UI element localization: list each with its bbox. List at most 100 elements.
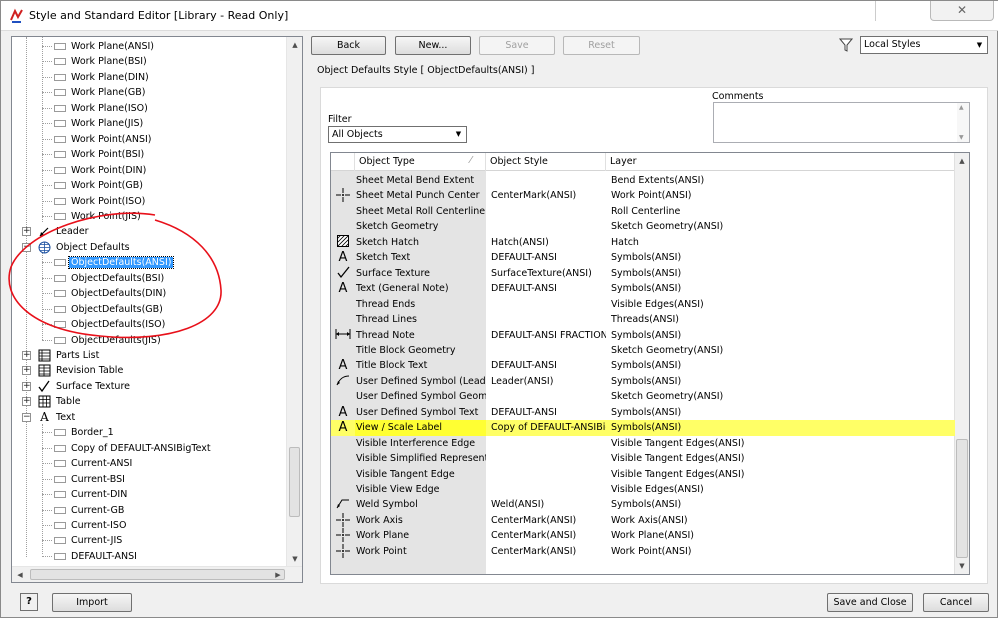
cell-layer[interactable]: Symbols(ANSI) — [606, 281, 946, 297]
grid-row[interactable]: A Title Block Text DEFAULT-ANSI Symbols(ANS… — [331, 358, 955, 374]
grid-row[interactable]: Sketch Hatch Hatch(ANSI) Hatch — [331, 234, 955, 251]
grid-row[interactable]: User Defined Symbol Geometry Sketch Geome… — [331, 389, 955, 405]
cell-layer[interactable]: Symbols(ANSI) — [606, 250, 946, 266]
cell-object-style[interactable]: DEFAULT-ANSI FRACTION — [486, 328, 606, 344]
scroll-down-icon[interactable]: ▼ — [959, 134, 964, 141]
tree-item[interactable]: Work Point(DIN) — [42, 163, 148, 178]
comments-field[interactable]: ▲ ▼ — [713, 102, 970, 143]
tree-category[interactable]: + Parts List — [22, 348, 101, 363]
tree-item[interactable]: Work Plane(GB) — [42, 85, 147, 100]
tree-item[interactable]: Work Point(GB) — [42, 178, 145, 193]
cell-object-style[interactable]: DEFAULT-ANSI — [486, 281, 606, 297]
cell-object-style[interactable]: SurfaceTexture(ANSI) — [486, 266, 606, 282]
close-button[interactable]: ✕ — [930, 1, 994, 21]
tree-item[interactable]: Work Plane(BSI) — [42, 54, 149, 69]
tree-item[interactable]: Work Point(ANSI) — [42, 132, 154, 147]
cell-object-style[interactable]: DEFAULT-ANSI — [486, 250, 606, 266]
cell-layer[interactable]: Visible Edges(ANSI) — [606, 482, 946, 498]
cell-layer[interactable]: Visible Tangent Edges(ANSI) — [606, 467, 946, 483]
tree-category[interactable]: + Surface Texture — [22, 379, 132, 394]
cell-object-style[interactable]: CenterMark(ANSI) — [486, 544, 606, 560]
h-scroll-thumb[interactable] — [30, 569, 285, 580]
cell-layer[interactable]: Work Axis(ANSI) — [606, 513, 946, 529]
cancel-button[interactable]: Cancel — [923, 593, 989, 612]
tree-category[interactable]: + Revision Table — [22, 363, 125, 378]
expand-icon[interactable]: + — [22, 227, 31, 237]
style-filter-select[interactable]: Local Styles ▼ — [860, 36, 988, 54]
back-button[interactable]: Back — [311, 36, 386, 55]
new-button[interactable]: New... — [395, 36, 471, 55]
cell-layer[interactable]: Visible Tangent Edges(ANSI) — [606, 436, 946, 452]
header-object-type[interactable]: Object Type — [355, 153, 486, 171]
grid-row[interactable]: Thread Lines Threads(ANSI) — [331, 312, 955, 328]
tree-item[interactable]: Current-GB — [42, 503, 126, 518]
grid-row[interactable]: Visible Simplified Representation Visible… — [331, 451, 955, 467]
cell-object-style[interactable]: Hatch(ANSI) — [486, 235, 606, 251]
scroll-up-icon[interactable]: ▲ — [287, 37, 302, 53]
save-and-close-button[interactable]: Save and Close — [827, 593, 913, 612]
cell-layer[interactable]: Visible Edges(ANSI) — [606, 297, 946, 313]
tree-item[interactable]: Border_1 — [42, 425, 116, 440]
tree-category[interactable]: + Table — [22, 394, 83, 409]
grid-vertical-scrollbar[interactable]: ▲ ▼ — [954, 153, 969, 574]
grid-row[interactable]: Surface Texture SurfaceTexture(ANSI) Symbo… — [331, 266, 955, 282]
grid-row[interactable]: Sheet Metal Bend Extent Bend Extents(ANSI… — [331, 173, 955, 189]
scroll-right-icon[interactable]: ▶ — [270, 567, 286, 582]
grid-row[interactable]: Sketch Geometry Sketch Geometry(ANSI) — [331, 219, 955, 235]
tree-item[interactable]: ObjectDefaults(GB) — [42, 302, 165, 317]
cell-layer[interactable]: Hatch — [606, 235, 946, 251]
cell-object-style[interactable]: CenterMark(ANSI) — [486, 528, 606, 544]
tree-item[interactable]: Work Plane(ANSI) — [42, 39, 156, 54]
expand-icon[interactable]: + — [22, 351, 31, 360]
tree-item[interactable]: ObjectDefaults(JIS) — [42, 333, 163, 348]
grid-row[interactable]: A Text (General Note) DEFAULT-ANSI Symbols(… — [331, 281, 955, 297]
collapse-icon[interactable]: − — [22, 242, 31, 252]
tree-item[interactable]: Work Point(JIS) — [42, 209, 143, 224]
grid-row[interactable]: Visible Interference Edge Visible Tangent… — [331, 436, 955, 452]
cell-layer[interactable]: Work Point(ANSI) — [606, 188, 946, 204]
grid-row[interactable]: Sheet Metal Roll Centerline Roll Centerli… — [331, 204, 955, 220]
tree-item[interactable]: Current-ISO — [42, 518, 128, 533]
grid-row[interactable]: User Defined Symbol (Leader On)Leader(AN… — [331, 374, 955, 390]
tree-item[interactable]: Work Plane(DIN) — [42, 70, 151, 85]
cell-layer[interactable]: Sketch Geometry(ANSI) — [606, 219, 946, 235]
cell-layer[interactable]: Sketch Geometry(ANSI) — [606, 389, 946, 405]
grid-row[interactable]: Title Block Geometry Sketch Geometry(ANSI… — [331, 343, 955, 359]
tree-item[interactable]: ObjectDefaults(ANSI) — [42, 255, 175, 270]
tree-item[interactable]: ObjectDefaults(BSI) — [42, 271, 166, 286]
tree-item[interactable]: DEFAULT-ANSI — [42, 549, 139, 564]
cell-object-style[interactable]: DEFAULT-ANSI — [486, 358, 606, 374]
cell-object-style[interactable]: CenterMark(ANSI) — [486, 188, 606, 204]
cell-object-style[interactable]: Weld(ANSI) — [486, 497, 606, 513]
style-tree[interactable]: ▲ ▼ ◀ ▶ Work Plane(ANSI) Work Plane(BSI) W… — [11, 36, 303, 583]
tree-horizontal-scrollbar[interactable]: ◀ ▶ — [12, 566, 302, 582]
cell-layer[interactable]: Work Point(ANSI) — [606, 544, 946, 560]
tree-category[interactable]: − Object Defaults — [22, 240, 132, 255]
object-filter-select[interactable]: All Objects ▼ — [328, 126, 467, 143]
grid-row[interactable]: A Sketch Text DEFAULT-ANSI Symbols(ANSI) — [331, 250, 955, 266]
tree-category[interactable]: − A Text — [22, 410, 77, 425]
cell-layer[interactable]: Visible Tangent Edges(ANSI) — [606, 451, 946, 467]
cell-object-style[interactable]: Copy of DEFAULT-ANSIBigText — [486, 420, 606, 436]
cell-object-style[interactable]: Leader(ANSI) — [486, 374, 606, 390]
cell-layer[interactable]: Work Plane(ANSI) — [606, 528, 946, 544]
grid-row[interactable]: Work Plane CenterMark(ANSI) Work Plane(ANS… — [331, 528, 955, 544]
tree-category[interactable]: + Leader — [22, 224, 91, 239]
cell-layer[interactable]: Symbols(ANSI) — [606, 374, 946, 390]
tree-item[interactable]: Work Plane(JIS) — [42, 116, 145, 131]
grid-row[interactable]: A View / Scale Label Copy of DEFAULT-ANSIB… — [331, 420, 955, 436]
tree-item[interactable]: Work Plane(ISO) — [42, 101, 150, 116]
expand-icon[interactable]: + — [22, 397, 31, 407]
tree-item[interactable]: ObjectDefaults(DIN) — [42, 286, 168, 301]
cell-layer[interactable]: Roll Centerline — [606, 204, 946, 220]
grid-row[interactable]: A User Defined Symbol Text DEFAULT-ANSI Sym… — [331, 405, 955, 421]
scroll-down-icon[interactable]: ▼ — [287, 551, 302, 567]
grid-row[interactable]: Work Point CenterMark(ANSI) Work Point(ANS… — [331, 543, 955, 560]
tree-item[interactable]: Current-ANSI — [42, 456, 134, 471]
cell-layer[interactable]: Threads(ANSI) — [606, 312, 946, 328]
tree-item[interactable]: Current-DIN — [42, 487, 129, 502]
tree-vertical-scrollbar[interactable]: ▲ ▼ — [286, 37, 302, 567]
reset-button[interactable]: Reset — [563, 36, 640, 55]
expand-icon[interactable]: + — [22, 381, 31, 391]
grid-scroll-thumb[interactable] — [956, 439, 968, 558]
